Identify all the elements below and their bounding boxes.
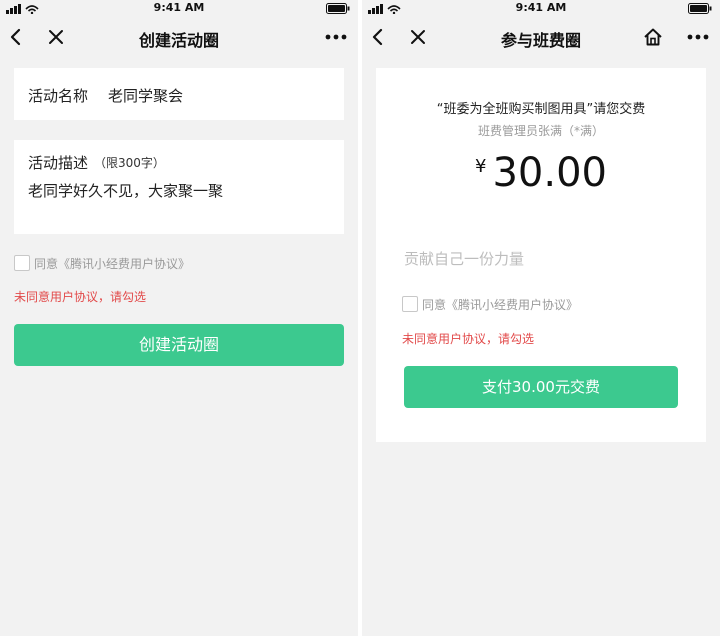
close-icon[interactable] bbox=[46, 27, 66, 47]
contribution-message-input[interactable]: 贡献自己一份力量 bbox=[404, 248, 524, 269]
agreement-text[interactable]: 同意《腾讯小经费用户协议》 bbox=[34, 255, 190, 272]
page-title: 参与班费圈 bbox=[500, 31, 581, 50]
join-class-fee-screen: 9:41 AM 参与班费圈 “班委为全班购买制图用具”请您交费 班费管理员张满（… bbox=[362, 0, 720, 636]
activity-name-value: 老同学聚会 bbox=[108, 87, 184, 105]
pay-fee-button[interactable]: 支付30.00元交费 bbox=[404, 366, 678, 408]
agreement-warning: 未同意用户协议，请勾选 bbox=[14, 290, 147, 304]
agreement-text[interactable]: 同意《腾讯小经费用户协议》 bbox=[422, 296, 578, 313]
payment-amount: ¥30.00 bbox=[376, 150, 706, 196]
status-time: 9:41 AM bbox=[153, 1, 205, 14]
activity-description-field[interactable]: 活动描述 （限300字） 老同学好久不见，大家聚一聚 bbox=[14, 140, 344, 234]
create-activity-screen: 9:41 AM 创建活动圈 活动名称 老同学聚会 活动描述 （限300字） 老同… bbox=[0, 0, 358, 636]
agreement-warning: 未同意用户协议，请勾选 bbox=[402, 332, 535, 346]
payment-card: “班委为全班购买制图用具”请您交费 班费管理员张满（*满） ¥30.00 贡献自… bbox=[376, 68, 706, 442]
activity-description-value: 老同学好久不见，大家聚一聚 bbox=[28, 182, 224, 200]
more-dots-icon[interactable] bbox=[324, 27, 348, 47]
close-icon[interactable] bbox=[408, 27, 428, 47]
activity-name-label: 活动名称 bbox=[28, 87, 89, 105]
more-dots-icon[interactable] bbox=[686, 27, 710, 47]
fee-manager-text: 班费管理员张满（*满） bbox=[477, 124, 604, 138]
agree-checkbox[interactable] bbox=[402, 296, 418, 312]
status-time: 9:41 AM bbox=[515, 1, 567, 14]
activity-name-field[interactable]: 活动名称 老同学聚会 bbox=[14, 68, 344, 120]
create-activity-button[interactable]: 创建活动圈 bbox=[14, 324, 344, 366]
nav-bar: 创建活动圈 bbox=[0, 16, 358, 58]
status-bar: 9:41 AM bbox=[362, 0, 720, 16]
nav-bar: 参与班费圈 bbox=[362, 16, 720, 58]
agree-checkbox[interactable] bbox=[14, 255, 30, 271]
screenshot: 9:41 AM 创建活动圈 活动名称 老同学聚会 活动描述 （限300字） 老同… bbox=[0, 0, 720, 636]
status-bar: 9:41 AM bbox=[0, 0, 358, 16]
battery-icon bbox=[326, 3, 350, 14]
amount-value: 30.00 bbox=[492, 150, 607, 196]
back-chevron-icon[interactable] bbox=[6, 27, 26, 47]
payment-title: “班委为全班购买制图用具”请您交费 bbox=[436, 102, 646, 117]
battery-icon bbox=[688, 3, 712, 14]
page-title: 创建活动圈 bbox=[138, 31, 219, 50]
home-icon[interactable] bbox=[642, 27, 664, 47]
description-limit-hint: （限300字） bbox=[94, 156, 165, 170]
activity-description-label: 活动描述 bbox=[28, 154, 89, 172]
back-chevron-icon[interactable] bbox=[368, 27, 388, 47]
currency-symbol: ¥ bbox=[475, 156, 487, 177]
